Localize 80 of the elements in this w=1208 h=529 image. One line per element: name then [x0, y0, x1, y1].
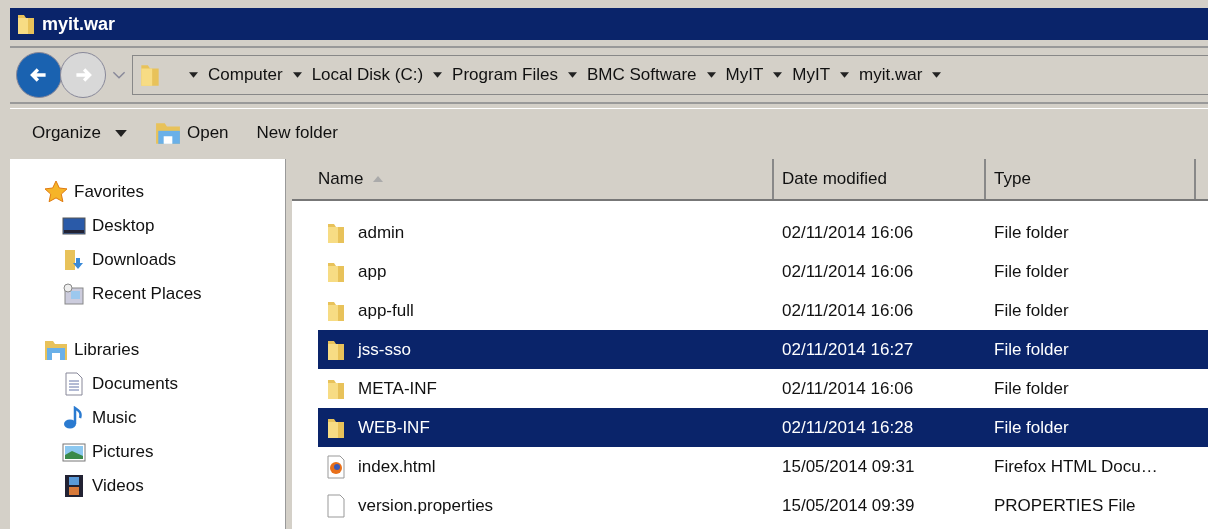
- caret-icon: [115, 129, 127, 137]
- caret-icon[interactable]: [706, 72, 716, 78]
- file-type: Firefox HTML Docu…: [994, 456, 1158, 477]
- star-icon: [44, 180, 68, 204]
- file-name: META-INF: [358, 378, 437, 399]
- column-header[interactable]: Date modified: [774, 159, 986, 199]
- file-row[interactable]: app-full 02/11/2014 16:06 File folder: [318, 291, 1208, 330]
- caret-icon[interactable]: [932, 72, 942, 78]
- file-type: File folder: [994, 378, 1069, 399]
- window-title: myit.war: [42, 13, 116, 35]
- breadcrumb[interactable]: MyIT: [792, 65, 831, 85]
- file-row[interactable]: index.html 15/05/2014 09:31 Firefox HTML Docu…: [318, 447, 1208, 486]
- toolbar-button[interactable]: New folder: [254, 119, 340, 147]
- nav-group[interactable]: Libraries: [10, 333, 286, 367]
- file-name: version.properties: [358, 495, 494, 516]
- nav-item[interactable]: Downloads: [10, 243, 286, 277]
- address-field[interactable]: Computer Local Disk (C:) Program Files BMC Software MyIT MyIT myit.war: [132, 55, 1208, 95]
- nav-item[interactable]: Pictures: [10, 435, 286, 469]
- folder-icon: [139, 62, 161, 88]
- file-type: File folder: [994, 261, 1069, 282]
- caret-icon[interactable]: [773, 72, 783, 78]
- file-name: WEB-INF: [358, 417, 430, 438]
- file-row[interactable]: app 02/11/2014 16:06 File folder: [318, 252, 1208, 291]
- caret-icon[interactable]: [189, 72, 198, 78]
- file-row[interactable]: version.properties 15/05/2014 09:39 PROPERTIES File: [318, 486, 1208, 525]
- folder-icon: [16, 12, 36, 36]
- nav-item[interactable]: Documents: [10, 367, 286, 401]
- breadcrumb[interactable]: myit.war: [859, 65, 923, 85]
- file-name: jss-sso: [358, 339, 411, 360]
- toolbar-button[interactable]: Organize: [30, 119, 129, 147]
- recent-places-icon: [62, 282, 86, 306]
- html-file-icon: [326, 454, 346, 479]
- date-modified: 02/11/2014 16:06: [782, 261, 914, 282]
- sort-arrow-icon: [373, 176, 384, 182]
- library-icon: [44, 338, 68, 362]
- breadcrumb[interactable]: Local Disk (C:): [311, 65, 424, 85]
- breadcrumb[interactable]: Program Files: [452, 65, 558, 85]
- file-name: index.html: [358, 456, 436, 477]
- column-header[interactable]: Name: [292, 159, 774, 199]
- file-row[interactable]: META-INF 02/11/2014 16:06 File folder: [318, 369, 1208, 408]
- file-name: admin: [358, 222, 405, 243]
- nav-item[interactable]: Recent Places: [10, 277, 286, 311]
- file-type: PROPERTIES File: [994, 495, 1136, 516]
- nav-group[interactable]: Favorites: [10, 175, 286, 209]
- folder-icon: [155, 121, 181, 145]
- date-modified: 02/11/2014 16:06: [782, 222, 914, 243]
- file-type: File folder: [994, 222, 1069, 243]
- file-row[interactable]: WEB-INF 02/11/2014 16:28 File folder: [318, 408, 1208, 447]
- file-type: File folder: [994, 417, 1069, 438]
- file-row[interactable]: admin 02/11/2014 16:06 File folder: [318, 213, 1208, 252]
- caret-icon[interactable]: [567, 72, 577, 78]
- date-modified: 02/11/2014 16:06: [782, 378, 914, 399]
- breadcrumb[interactable]: BMC Software: [586, 65, 697, 85]
- file-name: app-full: [358, 300, 414, 321]
- caret-icon[interactable]: [292, 72, 302, 78]
- date-modified: 02/11/2014 16:27: [782, 339, 914, 360]
- nav-item[interactable]: Videos: [10, 469, 286, 503]
- document-icon: [62, 372, 86, 396]
- date-modified: 02/11/2014 16:06: [782, 300, 914, 321]
- date-modified: 15/05/2014 09:31: [782, 456, 915, 477]
- caret-icon[interactable]: [433, 72, 443, 78]
- breadcrumb[interactable]: Computer: [208, 65, 283, 85]
- monitor-icon: [62, 214, 86, 238]
- film-icon: [62, 474, 86, 498]
- caret-icon[interactable]: [840, 72, 850, 78]
- back-button[interactable]: [16, 52, 62, 98]
- toolbar-button[interactable]: Open: [153, 117, 231, 149]
- picture-icon: [62, 440, 86, 464]
- file-type: File folder: [994, 339, 1069, 360]
- nav-item[interactable]: Music: [10, 401, 286, 435]
- file-row[interactable]: jss-sso 02/11/2014 16:27 File folder: [318, 330, 1208, 369]
- file-name: app: [358, 261, 387, 282]
- download-folder-icon: [62, 248, 86, 272]
- date-modified: 02/11/2014 16:28: [782, 417, 914, 438]
- file-type: File folder: [994, 300, 1069, 321]
- file-icon: [326, 493, 346, 518]
- column-header[interactable]: Type: [986, 159, 1196, 199]
- breadcrumb[interactable]: MyIT: [725, 65, 764, 85]
- date-modified: 15/05/2014 09:39: [782, 495, 915, 516]
- nav-item[interactable]: Desktop: [10, 209, 286, 243]
